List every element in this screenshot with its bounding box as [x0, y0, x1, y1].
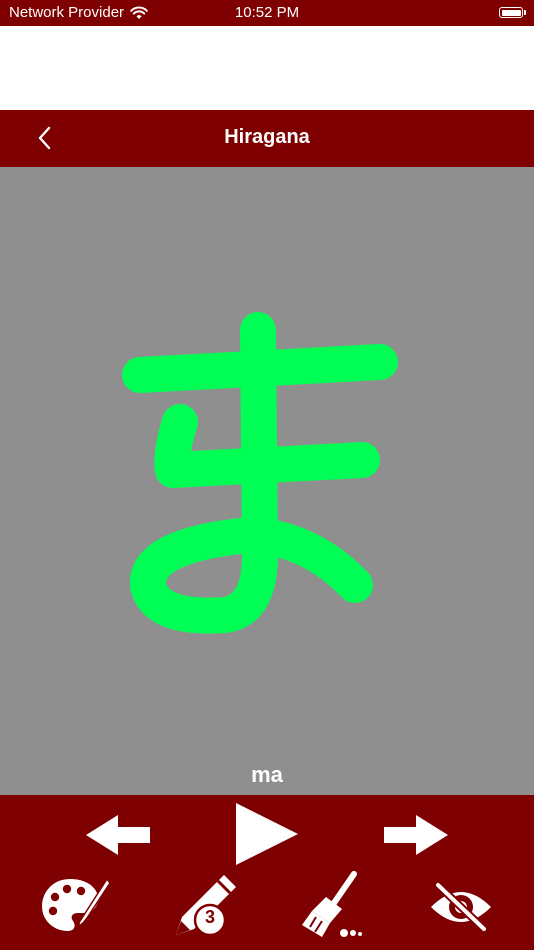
page-title: Hiragana [224, 126, 310, 148]
next-button[interactable] [380, 811, 452, 859]
clear-button[interactable] [300, 871, 366, 941]
nav-bar: Hiragana [0, 110, 534, 167]
play-button[interactable] [232, 801, 302, 867]
status-time: 10:52 PM [234, 4, 300, 21]
ad-banner [0, 26, 534, 110]
palette-button[interactable] [40, 875, 111, 935]
arrow-left-icon [86, 815, 150, 855]
kana-drawing [122, 312, 398, 634]
hide-guide-button[interactable] [428, 879, 494, 935]
toolbar: 3 [0, 795, 534, 950]
broom-icon [302, 871, 362, 937]
status-bar: Network Provider 10:52 PM [0, 0, 534, 26]
palette-icon [42, 877, 111, 931]
previous-button[interactable] [82, 811, 154, 859]
pen-size-button[interactable]: 3 [168, 873, 240, 941]
arrow-right-icon [384, 815, 448, 855]
eye-slash-icon [431, 881, 491, 933]
pen-size-label: 3 [204, 907, 215, 927]
play-icon [236, 803, 298, 865]
romaji-label: ma [251, 762, 283, 787]
battery-icon [499, 7, 526, 18]
